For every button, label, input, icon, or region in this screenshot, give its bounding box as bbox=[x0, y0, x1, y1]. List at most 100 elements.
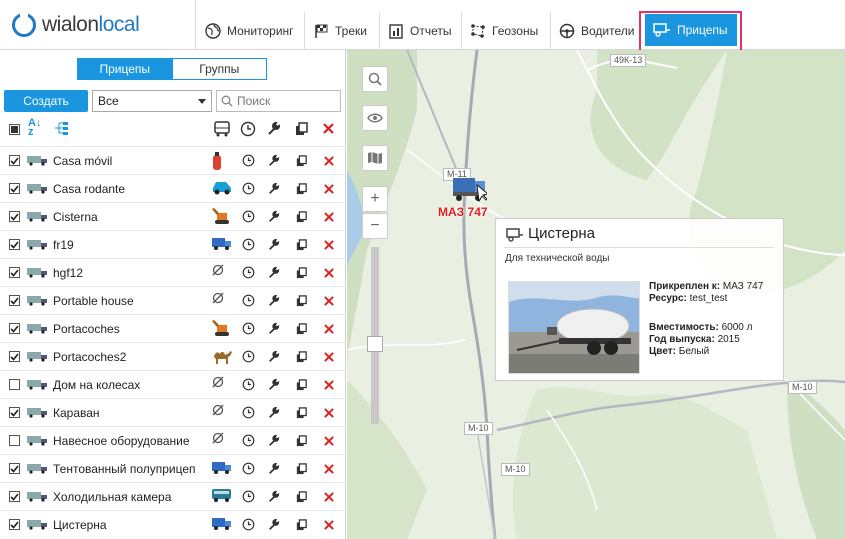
unlinked-icon[interactable] bbox=[211, 431, 225, 448]
delete-icon[interactable] bbox=[324, 492, 334, 502]
delete-icon[interactable] bbox=[324, 380, 334, 390]
clock-icon[interactable] bbox=[240, 121, 256, 137]
row-checkbox[interactable] bbox=[9, 155, 20, 166]
map-visibility-button[interactable] bbox=[362, 105, 388, 131]
select-all-checkbox[interactable] bbox=[9, 124, 20, 135]
wrench-icon[interactable] bbox=[268, 211, 280, 223]
unit-column-icon[interactable] bbox=[213, 121, 231, 137]
clock-icon[interactable] bbox=[242, 266, 255, 279]
clock-icon[interactable] bbox=[242, 294, 255, 307]
list-item[interactable]: Тентованный полуприцеп bbox=[0, 454, 346, 482]
nav-monitoring[interactable]: Мониторинг bbox=[197, 12, 305, 50]
create-button[interactable]: Создать bbox=[4, 90, 88, 112]
row-checkbox[interactable] bbox=[9, 519, 20, 530]
copy-icon[interactable] bbox=[296, 379, 307, 391]
wrench-icon[interactable] bbox=[268, 435, 280, 447]
unlinked-icon[interactable] bbox=[211, 375, 225, 392]
sort-az-icon[interactable]: A↓ z bbox=[28, 118, 41, 138]
copy-icon[interactable] bbox=[295, 122, 308, 136]
clock-icon[interactable] bbox=[242, 518, 255, 531]
row-checkbox[interactable] bbox=[9, 211, 20, 222]
clock-icon[interactable] bbox=[242, 434, 255, 447]
copy-icon[interactable] bbox=[296, 211, 307, 223]
clock-icon[interactable] bbox=[242, 182, 255, 195]
wrench-icon[interactable] bbox=[268, 239, 280, 251]
copy-icon[interactable] bbox=[296, 351, 307, 363]
clock-icon[interactable] bbox=[242, 378, 255, 391]
filter-select[interactable]: Все bbox=[92, 90, 212, 112]
row-checkbox[interactable] bbox=[9, 379, 20, 390]
copy-icon[interactable] bbox=[296, 463, 307, 475]
unit-marker-icon[interactable] bbox=[451, 175, 487, 205]
fire-extinguisher-icon[interactable] bbox=[211, 151, 223, 174]
copy-icon[interactable] bbox=[296, 155, 307, 167]
truck-icon[interactable] bbox=[211, 235, 233, 254]
copy-icon[interactable] bbox=[296, 491, 307, 503]
clock-icon[interactable] bbox=[242, 490, 255, 503]
unlinked-icon[interactable] bbox=[211, 263, 225, 280]
excavator-icon[interactable] bbox=[211, 319, 233, 340]
clock-icon[interactable] bbox=[242, 238, 255, 251]
copy-icon[interactable] bbox=[296, 519, 307, 531]
row-checkbox[interactable] bbox=[9, 407, 20, 418]
map-layers-button[interactable] bbox=[362, 145, 388, 171]
row-checkbox[interactable] bbox=[9, 435, 20, 446]
excavator-icon[interactable] bbox=[211, 207, 233, 228]
tab-trailers[interactable]: Прицепы bbox=[77, 58, 173, 80]
copy-icon[interactable] bbox=[296, 323, 307, 335]
list-item[interactable]: Цистерна bbox=[0, 510, 346, 538]
wrench-icon[interactable] bbox=[268, 295, 280, 307]
clock-icon[interactable] bbox=[242, 406, 255, 419]
truck-icon[interactable] bbox=[211, 515, 233, 534]
delete-icon[interactable] bbox=[324, 408, 334, 418]
search-input[interactable] bbox=[237, 94, 337, 108]
wrench-icon[interactable] bbox=[268, 379, 280, 391]
list-item[interactable]: Portable house bbox=[0, 286, 346, 314]
delete-icon[interactable] bbox=[324, 324, 334, 334]
list-item[interactable]: Навесное оборудование bbox=[0, 426, 346, 454]
tab-groups[interactable]: Группы bbox=[172, 58, 267, 80]
row-checkbox[interactable] bbox=[9, 183, 20, 194]
copy-icon[interactable] bbox=[296, 407, 307, 419]
row-checkbox[interactable] bbox=[9, 267, 20, 278]
truck-icon[interactable] bbox=[211, 459, 233, 478]
delete-icon[interactable] bbox=[324, 352, 334, 362]
wrench-icon[interactable] bbox=[268, 407, 280, 419]
delete-icon[interactable] bbox=[323, 123, 334, 134]
copy-icon[interactable] bbox=[296, 267, 307, 279]
logo[interactable]: wialonlocal bbox=[0, 0, 196, 50]
clock-icon[interactable] bbox=[242, 154, 255, 167]
car-icon[interactable] bbox=[211, 179, 233, 198]
list-item[interactable]: Casa rodante bbox=[0, 174, 346, 202]
nav-drivers[interactable]: Водители bbox=[551, 12, 641, 50]
list-item[interactable]: Portacoches bbox=[0, 314, 346, 342]
nav-geofences[interactable]: Геозоны bbox=[462, 12, 551, 50]
zoom-out-button[interactable]: − bbox=[362, 213, 388, 239]
list-item[interactable]: Дом на колесах bbox=[0, 370, 346, 398]
wrench-icon[interactable] bbox=[267, 122, 281, 136]
row-checkbox[interactable] bbox=[9, 351, 20, 362]
list-item[interactable]: fr19 bbox=[0, 230, 346, 258]
zoom-in-button[interactable]: + bbox=[362, 186, 388, 212]
map-search-button[interactable] bbox=[362, 66, 388, 92]
map[interactable]: + − 49К-13 М-11 М-10 М-10 М-10 МАЗ 747 Ц… bbox=[347, 50, 845, 539]
clock-icon[interactable] bbox=[242, 210, 255, 223]
delete-icon[interactable] bbox=[324, 212, 334, 222]
nav-reports[interactable]: Отчеты bbox=[380, 12, 462, 50]
list-item[interactable]: Cisterna bbox=[0, 202, 346, 230]
row-checkbox[interactable] bbox=[9, 323, 20, 334]
copy-icon[interactable] bbox=[296, 295, 307, 307]
wrench-icon[interactable] bbox=[268, 463, 280, 475]
delete-icon[interactable] bbox=[324, 240, 334, 250]
delete-icon[interactable] bbox=[324, 156, 334, 166]
clock-icon[interactable] bbox=[242, 350, 255, 363]
row-checkbox[interactable] bbox=[9, 295, 20, 306]
delete-icon[interactable] bbox=[324, 296, 334, 306]
delete-icon[interactable] bbox=[324, 464, 334, 474]
list-item[interactable]: hgf12 bbox=[0, 258, 346, 286]
delete-icon[interactable] bbox=[324, 520, 334, 530]
wrench-icon[interactable] bbox=[268, 323, 280, 335]
row-checkbox[interactable] bbox=[9, 463, 20, 474]
delete-icon[interactable] bbox=[324, 436, 334, 446]
list-item[interactable]: Холодильная камера bbox=[0, 482, 346, 510]
